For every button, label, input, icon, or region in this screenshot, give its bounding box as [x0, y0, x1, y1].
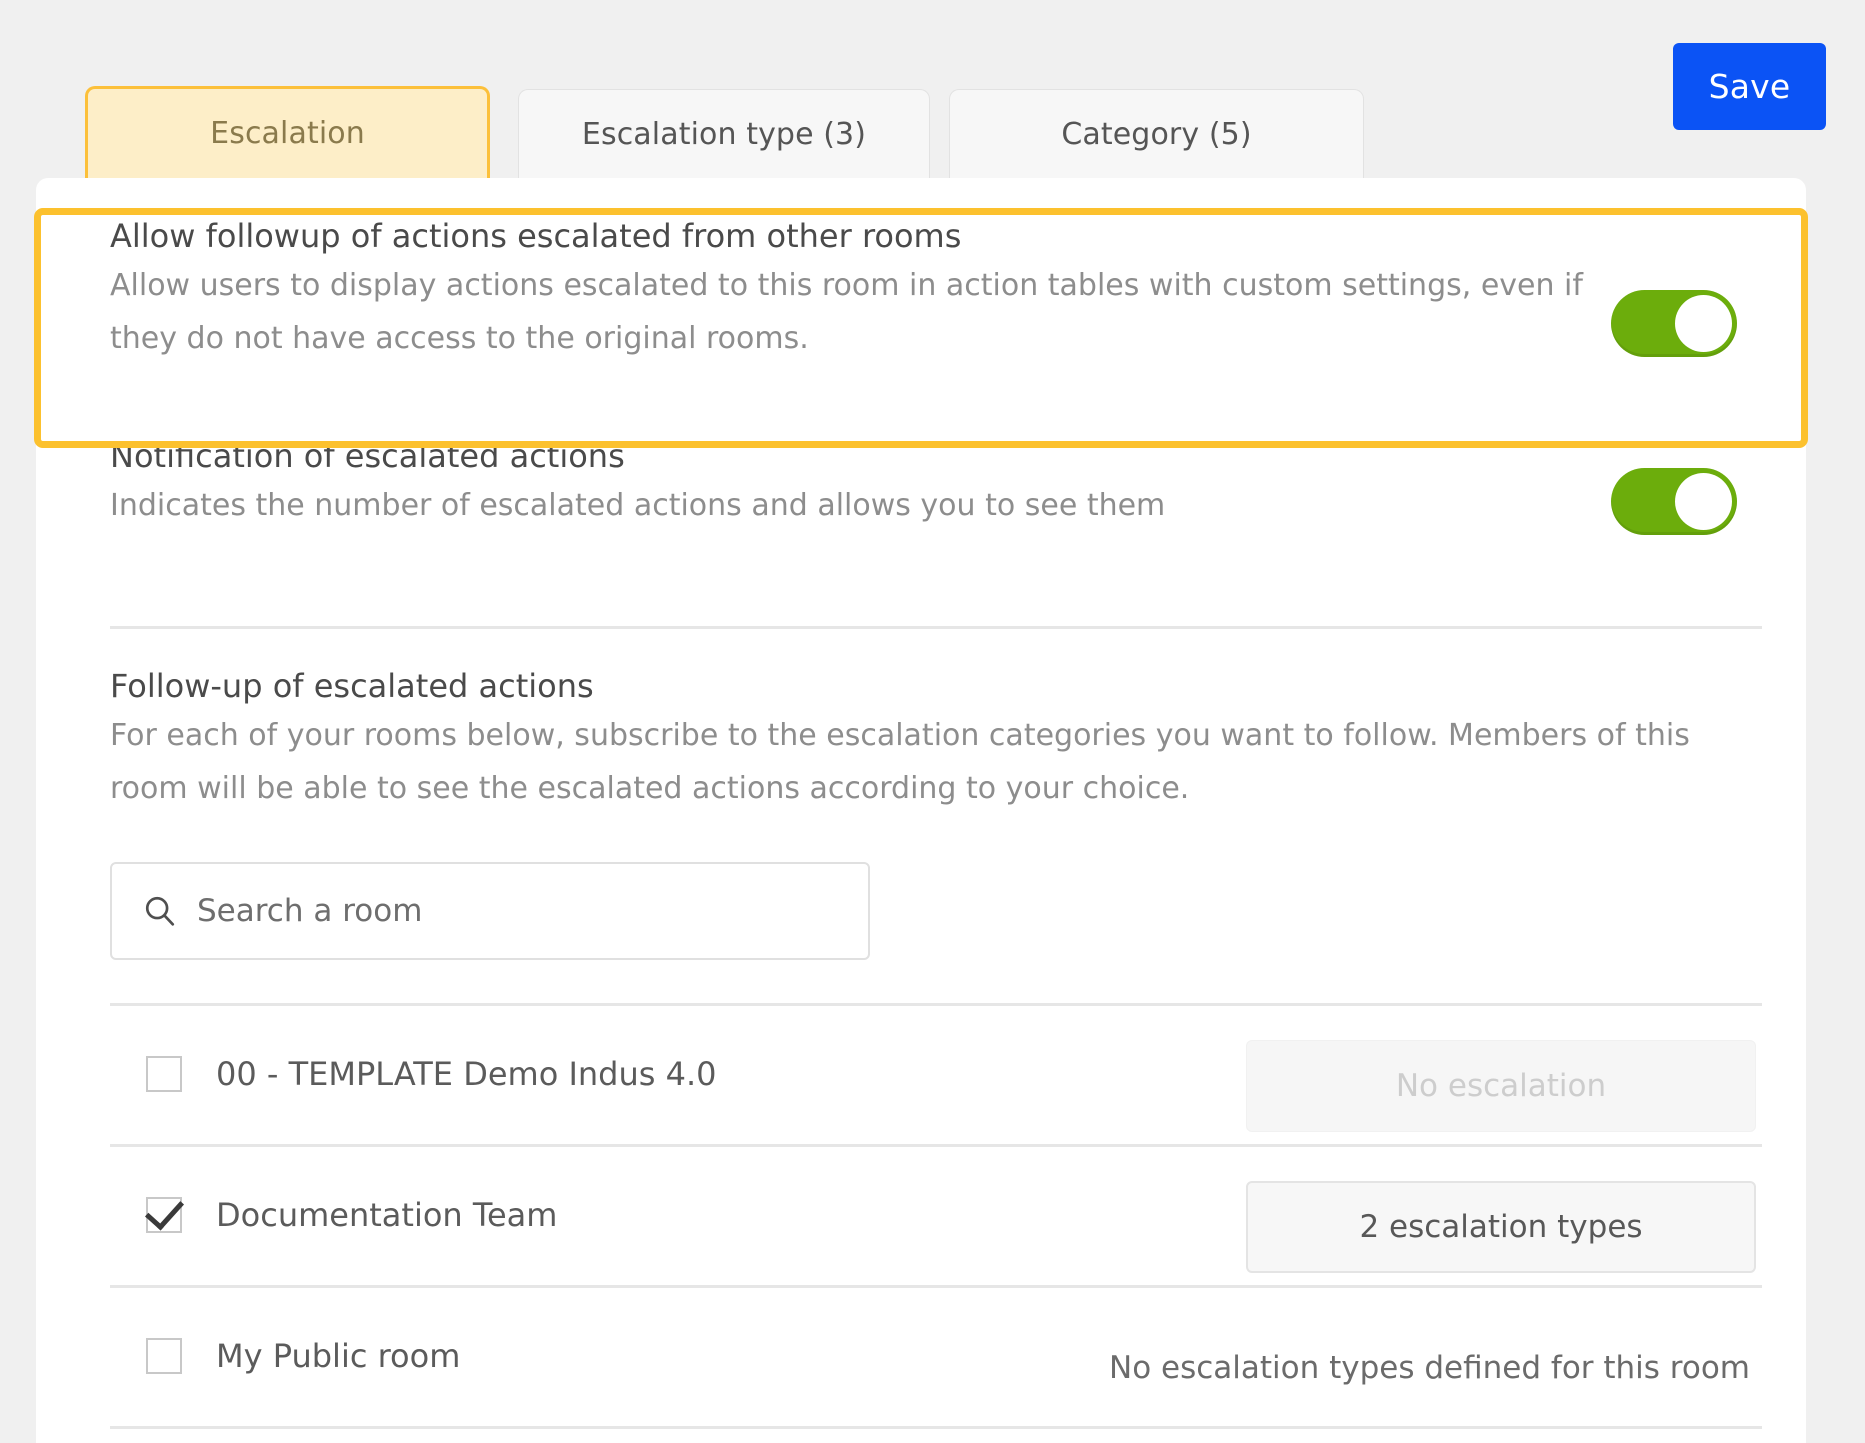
follow-up-desc-line2: room will be able to see the escalated a…: [110, 771, 1190, 806]
setting-allow-followup-title: Allow followup of actions escalated from…: [110, 217, 962, 255]
room-checkbox[interactable]: [146, 1197, 182, 1233]
tab-category-label: Category (5): [1061, 116, 1252, 152]
search-icon: [145, 896, 175, 926]
room-escalation-button[interactable]: 2 escalation types: [1246, 1181, 1756, 1273]
room-row: 00 - TEMPLATE Demo Indus 4.0 No escalati…: [36, 1004, 1806, 1144]
setting-allow-followup-desc-line2: they do not have access to the original …: [110, 321, 809, 356]
search-room-box[interactable]: [110, 862, 870, 960]
room-escalation-button-label: 2 escalation types: [1359, 1209, 1643, 1245]
toggle-allow-followup[interactable]: [1611, 290, 1737, 357]
room-escalation-button[interactable]: No escalation: [1246, 1040, 1756, 1132]
room-name: 00 - TEMPLATE Demo Indus 4.0: [216, 1055, 717, 1093]
toggle-knob: [1675, 473, 1732, 530]
follow-up-desc-line1: For each of your rooms below, subscribe …: [110, 718, 1690, 753]
room-row-left[interactable]: Documentation Team: [146, 1145, 557, 1285]
tab-escalation-type[interactable]: Escalation type (3): [518, 89, 930, 178]
room-checkbox[interactable]: [146, 1338, 182, 1374]
tab-escalation-type-label: Escalation type (3): [581, 116, 867, 152]
setting-allow-followup-desc-line1: Allow users to display actions escalated…: [110, 268, 1583, 303]
tab-category[interactable]: Category (5): [949, 89, 1364, 178]
divider: [110, 1426, 1762, 1429]
toggle-notification[interactable]: [1611, 468, 1737, 535]
settings-card: Allow followup of actions escalated from…: [36, 178, 1806, 1443]
setting-allow-followup: Allow followup of actions escalated from…: [36, 178, 1806, 408]
room-name: Documentation Team: [216, 1196, 558, 1234]
tab-escalation[interactable]: Escalation: [85, 86, 490, 178]
follow-up-title: Follow-up of escalated actions: [110, 667, 594, 705]
setting-notification: Notification of escalated actions Indica…: [36, 433, 1806, 583]
room-escalation-note: No escalation types defined for this roo…: [1109, 1350, 1750, 1386]
tab-escalation-label: Escalation: [210, 116, 365, 151]
toggle-knob: [1675, 295, 1732, 352]
room-checkbox[interactable]: [146, 1056, 182, 1092]
setting-notification-desc: Indicates the number of escalated action…: [110, 488, 1166, 523]
room-row: Documentation Team 2 escalation types: [36, 1145, 1806, 1285]
room-escalation-button-label: No escalation: [1395, 1068, 1607, 1104]
divider: [110, 626, 1762, 629]
room-row: My Public room No escalation types defin…: [36, 1286, 1806, 1426]
tab-bar: Escalation Escalation type (3) Category …: [0, 0, 1865, 180]
search-input[interactable]: [197, 893, 797, 929]
section-follow-up: Follow-up of escalated actions For each …: [36, 663, 1806, 843]
save-button[interactable]: Save: [1673, 43, 1826, 130]
room-row-left[interactable]: 00 - TEMPLATE Demo Indus 4.0: [146, 1004, 716, 1144]
room-row-left[interactable]: My Public room: [146, 1286, 460, 1426]
room-name: My Public room: [216, 1337, 461, 1375]
setting-notification-title: Notification of escalated actions: [110, 437, 625, 475]
